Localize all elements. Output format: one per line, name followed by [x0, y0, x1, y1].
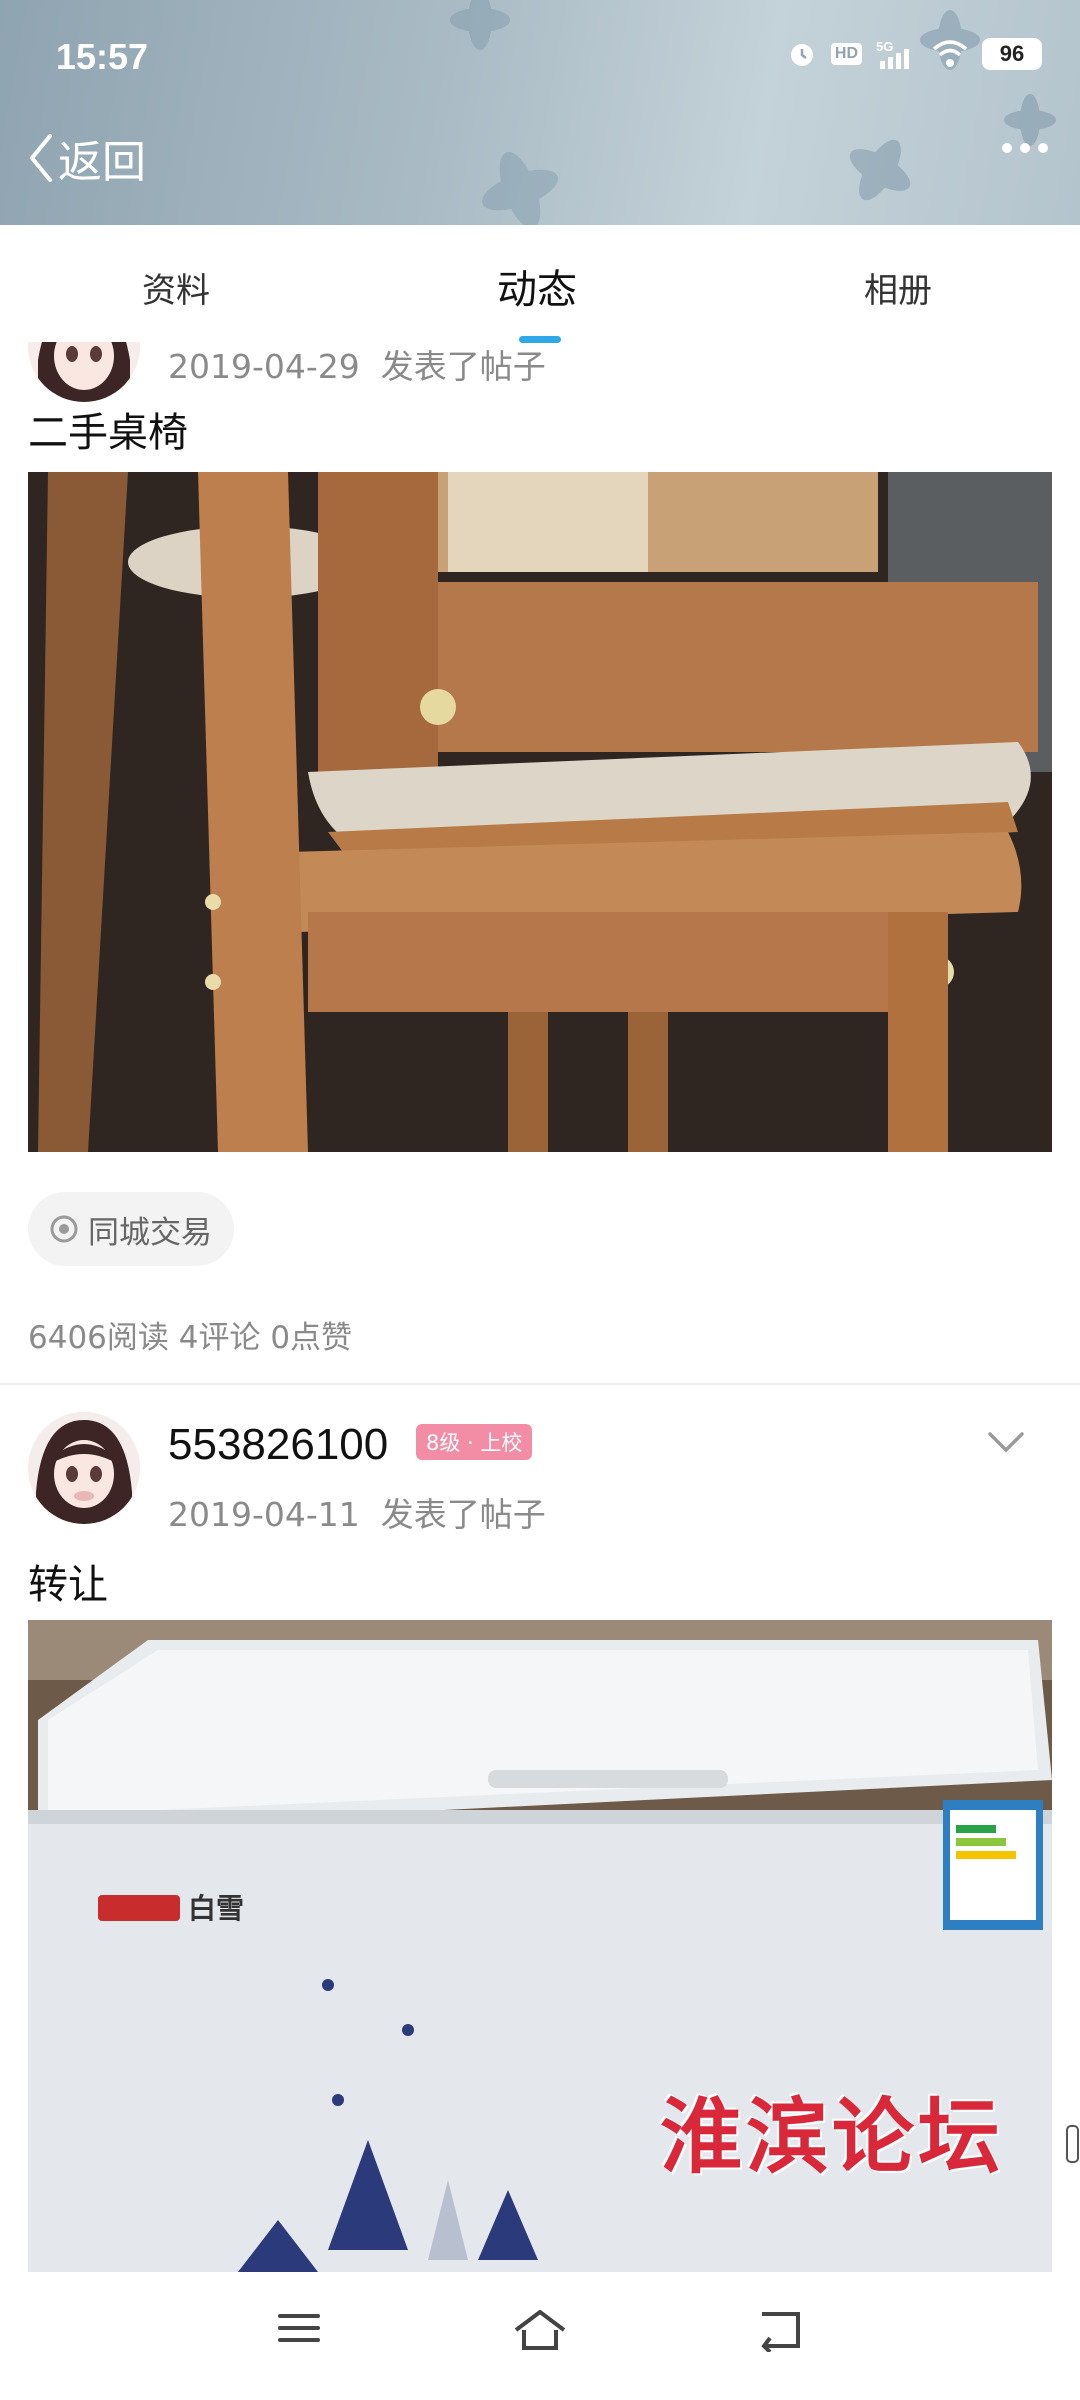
level-badge: 8级 · 上校: [416, 1424, 533, 1460]
tag-label: 同城交易: [88, 1214, 212, 1251]
status-time: 15:57: [56, 36, 149, 77]
scrollbar-thumb[interactable]: [1066, 2125, 1079, 2163]
tab-profile[interactable]: 资料: [142, 263, 210, 312]
alarm-icon: [790, 44, 813, 66]
post-title[interactable]: 转让: [28, 1552, 108, 1610]
back-label: 返回: [58, 137, 146, 188]
post-date: 2019-04-11 发表了帖子: [168, 1495, 546, 1534]
more-icon[interactable]: [1000, 140, 1050, 156]
tab-activity[interactable]: 动态: [497, 257, 577, 315]
tab-album[interactable]: 相册: [864, 263, 932, 312]
post-date: 2019-04-29 发表了帖子: [168, 347, 546, 386]
post-stats: 6406阅读 4评论 0点赞: [28, 1320, 353, 1356]
tag-chip[interactable]: 同城交易: [28, 1192, 234, 1266]
profile-tabs: 资料 动态 相册: [0, 225, 1080, 343]
post-title[interactable]: 二手桌椅: [28, 400, 188, 458]
home-icon[interactable]: [512, 2308, 568, 2352]
chevron-left-icon: [29, 134, 52, 182]
back-button[interactable]: 返回: [26, 126, 146, 190]
forum-watermark: 淮滨论坛: [660, 2089, 1005, 2185]
battery-icon: 96: [982, 38, 1042, 70]
username[interactable]: 553826100: [168, 1420, 388, 1470]
post-image-furniture[interactable]: [28, 472, 1052, 1152]
menu-icon[interactable]: [276, 2308, 322, 2348]
avatar[interactable]: [28, 1412, 140, 1524]
floral-decoration: [849, 10, 1056, 201]
wifi-icon: [932, 40, 968, 67]
target-icon: [50, 1215, 78, 1243]
hd-icon: HD: [830, 43, 862, 65]
divider: [0, 1383, 1080, 1385]
freezer-brand-text: 白雪: [188, 1892, 244, 1925]
profile-header: 15:57 HD 5G 96 返回: [0, 0, 1080, 225]
status-icons: HD 5G 96: [787, 38, 1042, 70]
system-navigation-bar: [0, 2272, 1080, 2400]
floral-decoration: [450, 0, 558, 225]
chevron-down-icon[interactable]: [986, 1430, 1026, 1456]
svg-text:5G: 5G: [876, 39, 893, 54]
back-icon[interactable]: [756, 2308, 804, 2352]
signal-icon: 5G: [876, 39, 909, 69]
